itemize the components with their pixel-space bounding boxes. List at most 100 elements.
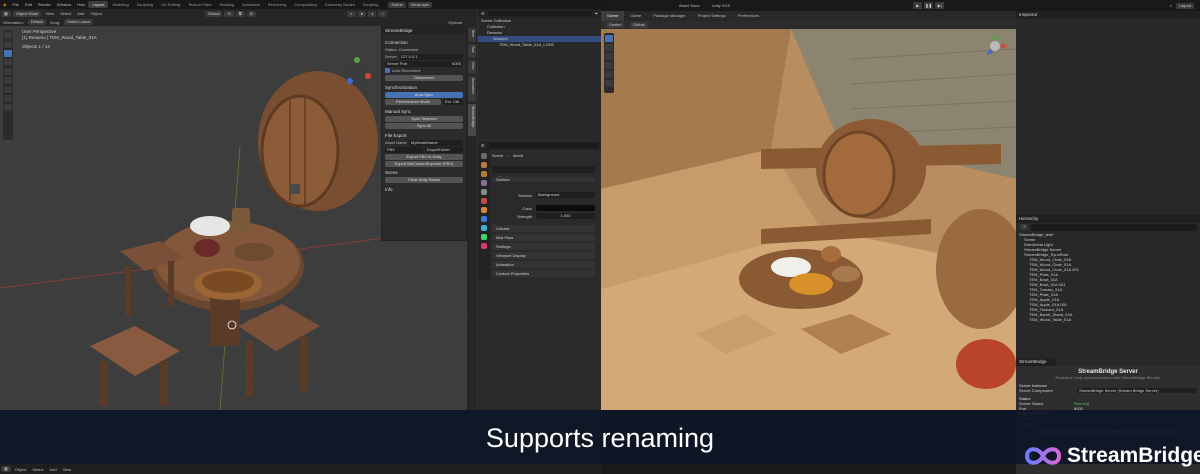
overlay-icon[interactable]: ◐	[347, 10, 356, 17]
filter-icon[interactable]: ⏷	[595, 11, 598, 16]
transform-orientation-selector[interactable]: Global	[204, 10, 223, 17]
properties-panel-header[interactable]: Mist Pass	[492, 234, 595, 241]
auto-reconnect-checkbox[interactable]	[385, 68, 390, 73]
shading-rendered-icon[interactable]: ○	[378, 10, 387, 17]
tool-props-icon[interactable]	[481, 153, 487, 159]
viewport-menu-select[interactable]: Select	[57, 11, 74, 16]
snap-icon[interactable]: ⧉	[235, 10, 245, 17]
pivot-global-dropdown[interactable]: Global	[630, 22, 648, 28]
menu-render[interactable]: Render	[35, 2, 54, 7]
tool-rotate-icon[interactable]	[4, 59, 12, 66]
tool-select-icon[interactable]	[4, 32, 12, 39]
tool-scale-icon[interactable]	[4, 68, 12, 75]
status-menu-object[interactable]: Object	[12, 467, 30, 472]
export-fbx-button[interactable]: Export FBX to Unity	[385, 153, 463, 160]
pause-button[interactable]: ❚❚	[924, 2, 934, 9]
tab-tool[interactable]: Tool	[468, 44, 476, 58]
tab-streambridge[interactable]: StreamBridge	[468, 104, 476, 136]
scene-header[interactable]: Scene	[382, 169, 466, 176]
hierarchy-tab[interactable]: Hierarchy	[1016, 215, 1200, 223]
tool-transform-icon[interactable]	[4, 77, 12, 84]
color-swatch[interactable]	[536, 205, 595, 211]
hierarchy-search-input[interactable]	[1031, 224, 1197, 231]
workspace-tab-layout[interactable]: Layout	[88, 1, 109, 8]
tab-project-settings[interactable]: Project Settings	[692, 11, 732, 21]
view-layer-selector[interactable]: ViewLayer	[407, 1, 433, 8]
output-props-icon[interactable]	[481, 171, 487, 177]
tool-annotate-icon[interactable]	[4, 86, 12, 93]
connection-header[interactable]: Connection	[382, 39, 466, 46]
synchronization-header[interactable]: Synchronization	[382, 84, 466, 91]
workspace-tab-rendering[interactable]: Rendering	[264, 1, 290, 8]
transform-tool-icon[interactable]	[605, 80, 613, 87]
scale-tool-icon[interactable]	[605, 62, 613, 69]
mode-selector[interactable]: Object Mode	[12, 10, 42, 17]
menu-window[interactable]: Window	[54, 2, 74, 7]
editor-type-icon[interactable]: ▦	[1, 10, 11, 17]
hierarchy-item[interactable]: TEM_Wood_Table_01A	[1019, 317, 1197, 322]
asset-name-field[interactable]: MyModelName	[408, 139, 463, 146]
outliner-editor-icon[interactable]: ☰	[481, 11, 485, 16]
options-menu[interactable]: Options	[445, 20, 465, 25]
data-props-icon[interactable]	[481, 234, 487, 240]
workspace-tab-modeling[interactable]: Modeling	[108, 1, 132, 8]
sync-all-button[interactable]: Sync All	[385, 122, 463, 129]
proportional-icon[interactable]: ◎	[246, 10, 257, 17]
workspace-tab-shading[interactable]: Shading	[215, 1, 238, 8]
performance-mode-toggle[interactable]: Performance Mode	[385, 98, 441, 105]
shading-solid-icon[interactable]: ●	[357, 10, 367, 17]
auto-sync-toggle[interactable]: Auto-Sync	[385, 91, 463, 98]
drag-selector[interactable]: Select Lasso	[64, 19, 94, 25]
status-menu-add[interactable]: Add	[46, 467, 59, 472]
format-selector[interactable]: FBX	[385, 146, 423, 153]
surface-shader-field[interactable]: Background	[536, 192, 595, 198]
workspace-tab-scripting[interactable]: Scripting	[359, 1, 383, 8]
move-tool-icon[interactable]	[605, 44, 613, 51]
layout-dropdown[interactable]: Layout	[1175, 2, 1194, 9]
tab-view[interactable]: View	[468, 60, 476, 74]
menu-help[interactable]: Help	[74, 2, 88, 7]
view-layer-props-icon[interactable]	[481, 180, 487, 186]
properties-panel-header[interactable]: Custom Properties	[492, 270, 595, 277]
scene-selector[interactable]: Scene	[388, 1, 406, 8]
workspace-tab-uv-editing[interactable]: UV Editing	[157, 1, 184, 8]
properties-panel-header[interactable]: Volume	[492, 225, 595, 232]
menu-edit[interactable]: Edit	[22, 2, 35, 7]
properties-panel-header[interactable]: Viewport Display	[492, 252, 595, 259]
status-editor-icon[interactable]: ▦	[1, 466, 11, 472]
physics-props-icon[interactable]	[481, 225, 487, 231]
tool-cursor-icon[interactable]	[4, 41, 12, 48]
server-port-field[interactable]: Server Port 6000	[385, 60, 463, 67]
tab-item[interactable]: Item	[468, 28, 476, 42]
scene-props-icon[interactable]	[481, 189, 487, 195]
play-button[interactable]: ▶	[913, 2, 923, 9]
export-folder-field[interactable]: ExportFolder	[425, 146, 463, 153]
tool-add-cube-icon[interactable]	[4, 104, 12, 111]
tab-game[interactable]: Game	[624, 11, 647, 21]
rotate-tool-icon[interactable]	[605, 53, 613, 60]
workspace-tab-animation[interactable]: Animation	[238, 1, 264, 8]
workspace-tab-sculpting[interactable]: Sculpting	[133, 1, 157, 8]
viewport-menu-view[interactable]: View	[42, 11, 57, 16]
properties-panel-header[interactable]: Settings	[492, 243, 595, 250]
status-menu-select[interactable]: Select	[29, 467, 46, 472]
server-component-field[interactable]: StreamBridge Server (Stream Bridge Serve…	[1077, 388, 1197, 393]
menu-file[interactable]: File	[10, 2, 22, 7]
viewport-menu-object[interactable]: Object	[87, 11, 105, 16]
orientation-selector[interactable]: Default	[27, 19, 47, 25]
rect-tool-icon[interactable]	[605, 71, 613, 78]
info-header[interactable]: Info	[382, 186, 466, 193]
status-menu-view[interactable]: View	[60, 467, 75, 472]
sync-selected-button[interactable]: Sync Selected	[385, 115, 463, 122]
render-props-icon[interactable]	[481, 162, 487, 168]
pivot-center-dropdown[interactable]: Center	[606, 22, 625, 28]
tab-preferences[interactable]: Preferences	[732, 11, 766, 21]
hand-tool-icon[interactable]	[605, 35, 613, 42]
properties-panel-header[interactable]: Animation	[492, 261, 595, 268]
performance-value-field[interactable]: Ext. Ctrl	[443, 98, 463, 105]
tab-package-manager[interactable]: Package Manager	[647, 11, 691, 21]
properties-search-input[interactable]	[488, 143, 598, 148]
tab-animation[interactable]: Animation	[468, 76, 476, 102]
manual-sync-header[interactable]: Manual Sync	[382, 108, 466, 115]
hierarchy-add-button[interactable]: +	[1020, 224, 1029, 230]
